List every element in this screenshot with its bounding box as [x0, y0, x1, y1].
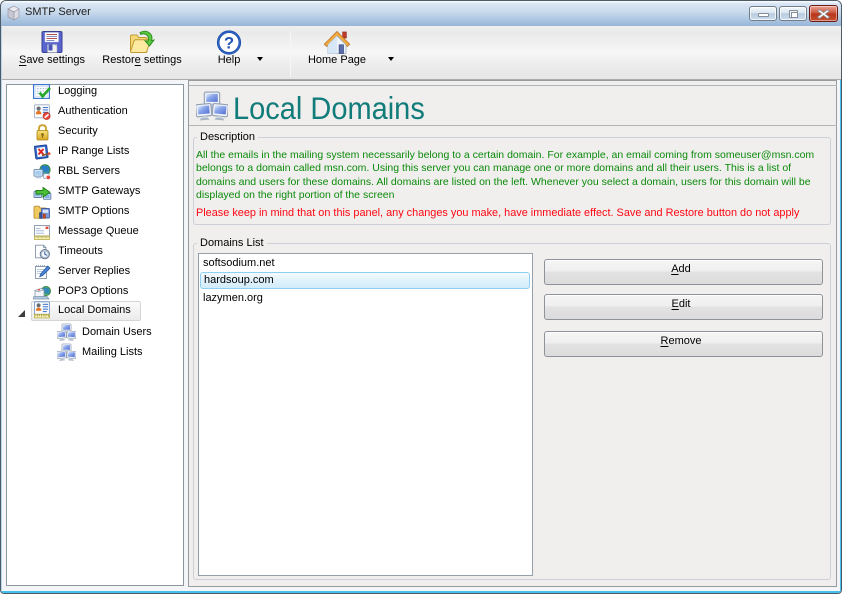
svg-text:?: ? [224, 34, 234, 52]
